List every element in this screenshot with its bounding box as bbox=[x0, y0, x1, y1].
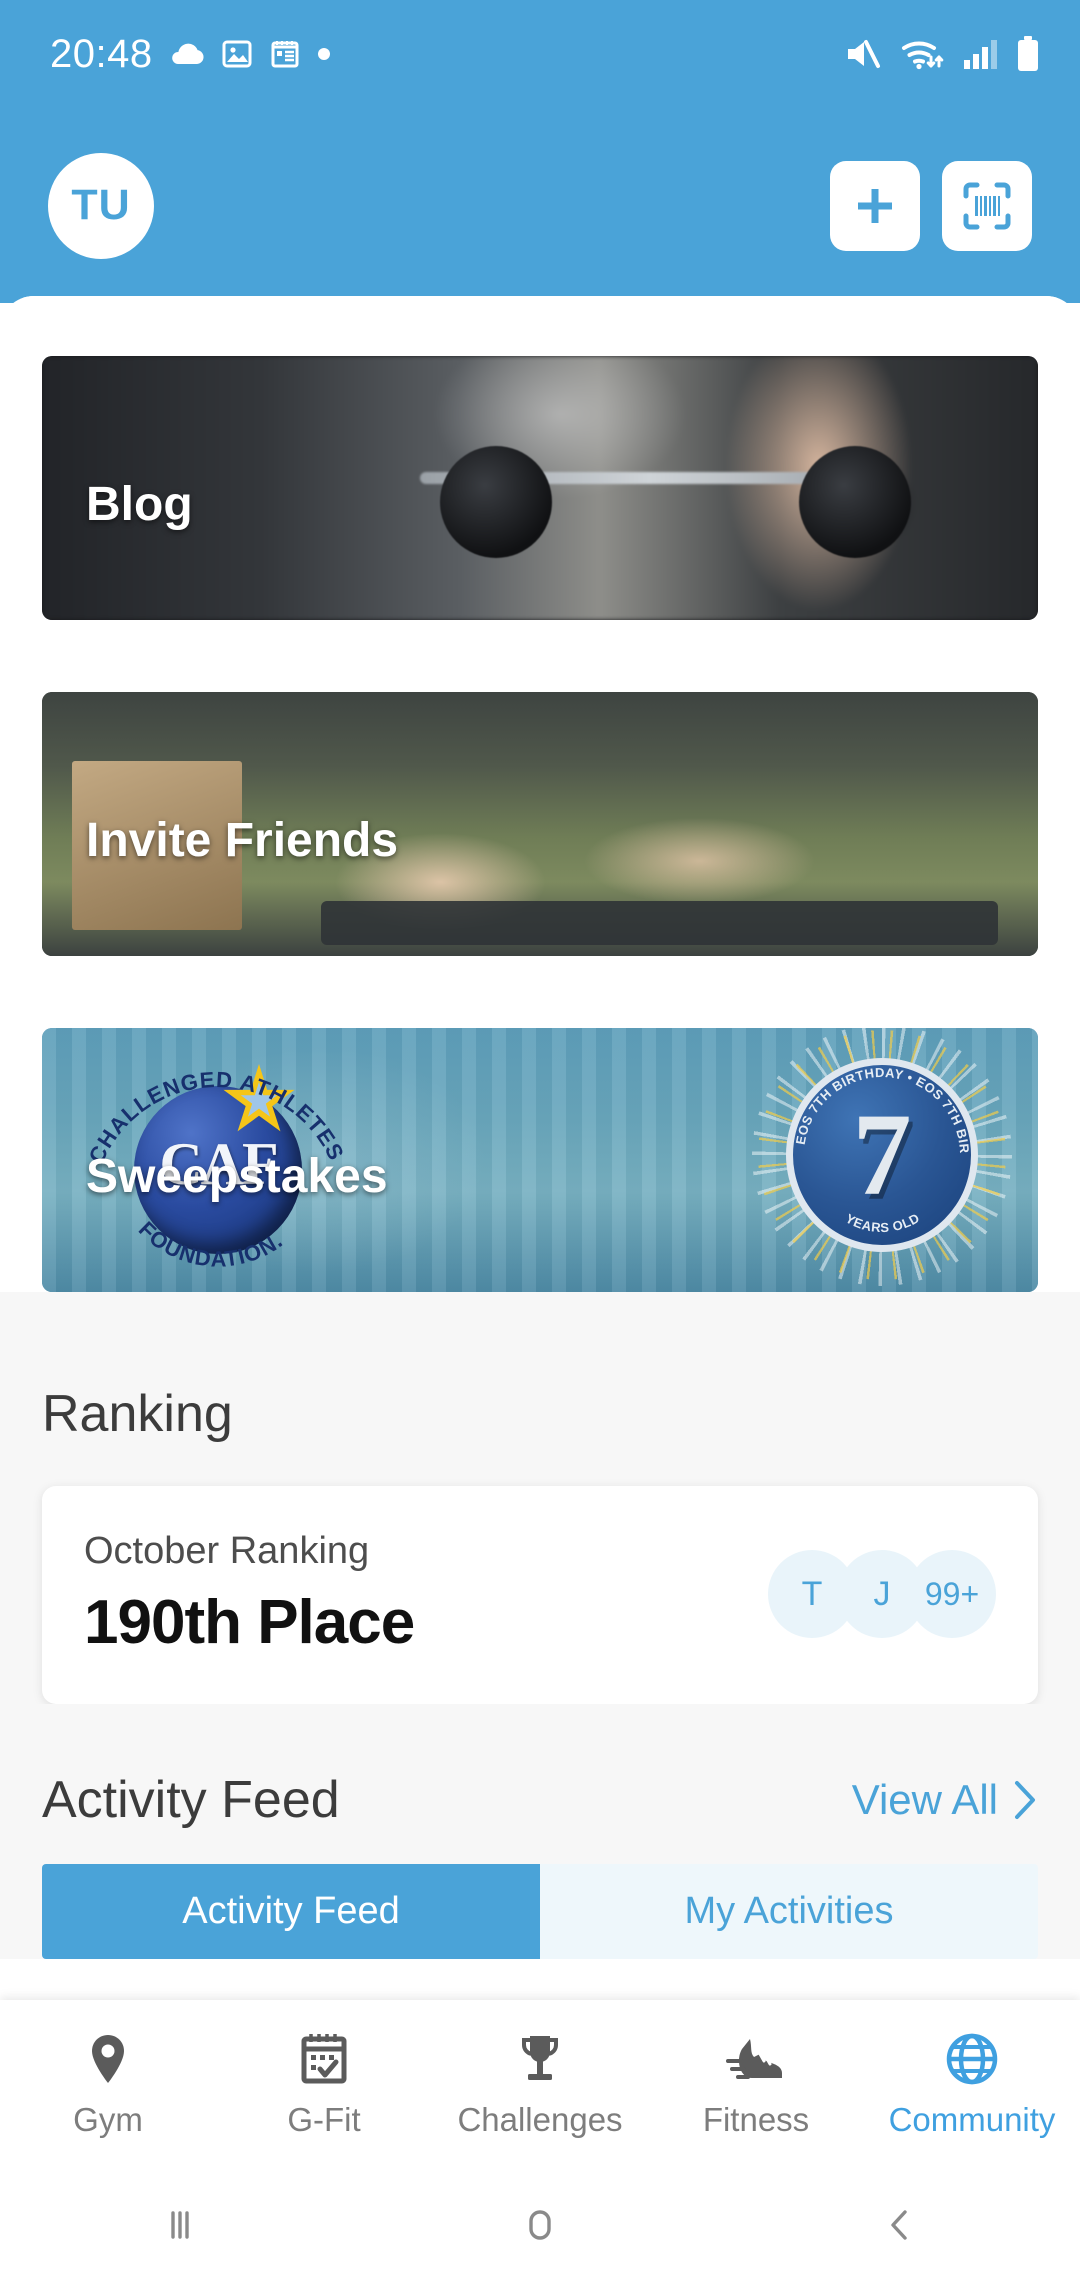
back-button[interactable] bbox=[720, 2203, 1080, 2247]
home-icon bbox=[529, 2210, 551, 2240]
sweepstakes-card[interactable]: CAF CHALLENGED ATHLETES FOUNDATION. 7 EO… bbox=[42, 1028, 1038, 1292]
badge-ring-top: EOS 7TH BIRTHDAY • EOS 7TH BIRTHDAY • bbox=[778, 1050, 972, 1154]
add-button[interactable] bbox=[830, 160, 920, 251]
invite-friends-card[interactable]: Invite Friends bbox=[42, 692, 1038, 956]
calendar-check-icon bbox=[301, 2034, 347, 2084]
globe-icon bbox=[946, 2033, 998, 2085]
status-time: 20:48 bbox=[50, 31, 153, 76]
battery-icon bbox=[1018, 36, 1038, 71]
ranking-avatar-stack[interactable]: T J 99+ bbox=[768, 1550, 996, 1638]
nav-label-challenges: Challenges bbox=[457, 2101, 623, 2138]
barcode-scan-icon bbox=[963, 182, 1011, 229]
cloud-icon bbox=[171, 43, 204, 64]
chevron-right-icon bbox=[1015, 1781, 1035, 1819]
nav-item-community[interactable]: Community bbox=[864, 2031, 1080, 2139]
app-screen: 20:48 TU Blog Invite Friends CAF CHALLEN… bbox=[0, 0, 1080, 2280]
blog-card[interactable]: Blog bbox=[42, 356, 1038, 620]
trophy-icon bbox=[521, 2036, 559, 2080]
status-bar: 20:48 bbox=[0, 0, 1080, 108]
seven-years-badge: 7 EOS 7TH BIRTHDAY • EOS 7TH BIRTHDAY • … bbox=[752, 1028, 1012, 1286]
tab-my-activities[interactable]: My Activities bbox=[540, 1864, 1038, 1959]
nav-item-gfit[interactable]: G-Fit bbox=[216, 2031, 432, 2139]
promo-card-list: Blog Invite Friends CAF CHALLENGED ATHLE… bbox=[0, 296, 1080, 1292]
header-actions bbox=[830, 160, 1032, 251]
caf-bottom-text: FOUNDATION. bbox=[134, 1216, 288, 1271]
nav-label-community: Community bbox=[888, 2101, 1056, 2138]
location-pin-icon bbox=[92, 2035, 124, 2083]
mute-icon bbox=[848, 40, 880, 68]
nav-label-gfit: G-Fit bbox=[287, 2101, 361, 2138]
exercise-mat bbox=[320, 900, 999, 946]
recents-icon bbox=[171, 2211, 189, 2239]
scan-barcode-button[interactable] bbox=[942, 160, 1032, 251]
home-button[interactable] bbox=[360, 2203, 720, 2247]
activity-feed-tabs: Activity Feed My Activities bbox=[42, 1864, 1038, 1959]
sweepstakes-card-label: Sweepstakes bbox=[86, 1150, 388, 1203]
image-icon bbox=[222, 40, 252, 68]
status-bar-left: 20:48 bbox=[50, 32, 331, 77]
system-navigation-bar bbox=[0, 2170, 1080, 2280]
profile-avatar[interactable]: TU bbox=[48, 152, 154, 259]
ranking-place: 190th Place bbox=[84, 1588, 415, 1657]
view-all-link[interactable]: View All bbox=[852, 1776, 1038, 1824]
running-shoe-icon bbox=[726, 2039, 782, 2079]
status-bar-right bbox=[842, 36, 1040, 72]
ranking-heading: Ranking bbox=[42, 1385, 233, 1443]
content-sheet: Blog Invite Friends CAF CHALLENGED ATHLE… bbox=[0, 296, 1080, 2280]
nav-item-gym[interactable]: Gym bbox=[0, 2031, 216, 2139]
ranking-card[interactable]: October Ranking 190th Place T J 99+ bbox=[42, 1486, 1038, 1704]
activity-feed-heading: Activity Feed bbox=[42, 1771, 340, 1829]
plus-icon bbox=[858, 188, 892, 223]
badge-years-label: YEARS OLD bbox=[843, 1210, 922, 1235]
activity-feed-section: Activity Feed View All Activity Feed My … bbox=[0, 1704, 1080, 1959]
wifi-icon bbox=[902, 41, 944, 70]
ranking-period: October Ranking bbox=[84, 1530, 370, 1572]
invite-card-label: Invite Friends bbox=[86, 814, 399, 867]
app-header: TU bbox=[0, 108, 1080, 303]
barbell-plate-left bbox=[440, 445, 553, 558]
dot-icon bbox=[317, 48, 330, 60]
ranking-avatar-overflow[interactable]: 99+ bbox=[908, 1550, 996, 1638]
nav-label-gym: Gym bbox=[73, 2101, 143, 2138]
tab-activity-feed[interactable]: Activity Feed bbox=[42, 1864, 540, 1959]
back-icon bbox=[891, 2210, 907, 2240]
badge-ring-text: EOS 7TH BIRTHDAY • EOS 7TH BIRTHDAY • YE… bbox=[778, 1050, 972, 1235]
barbell-plate-right bbox=[798, 445, 911, 558]
nav-item-fitness[interactable]: Fitness bbox=[648, 2031, 864, 2139]
bottom-navigation: Gym G-Fit Challenges Fitness Community bbox=[0, 2000, 1080, 2170]
notepad-icon bbox=[271, 41, 299, 68]
ranking-card-text: October Ranking 190th Place bbox=[84, 1530, 768, 1658]
blog-card-label: Blog bbox=[86, 478, 193, 531]
recents-button[interactable] bbox=[0, 2203, 360, 2247]
ranking-section: Ranking October Ranking 190th Place T J … bbox=[0, 1292, 1080, 1704]
nav-item-challenges[interactable]: Challenges bbox=[432, 2031, 648, 2139]
view-all-label: View All bbox=[851, 1776, 998, 1823]
activity-feed-header: Activity Feed View All bbox=[42, 1770, 1038, 1830]
nav-label-fitness: Fitness bbox=[702, 2101, 810, 2138]
signal-icon bbox=[964, 40, 997, 69]
